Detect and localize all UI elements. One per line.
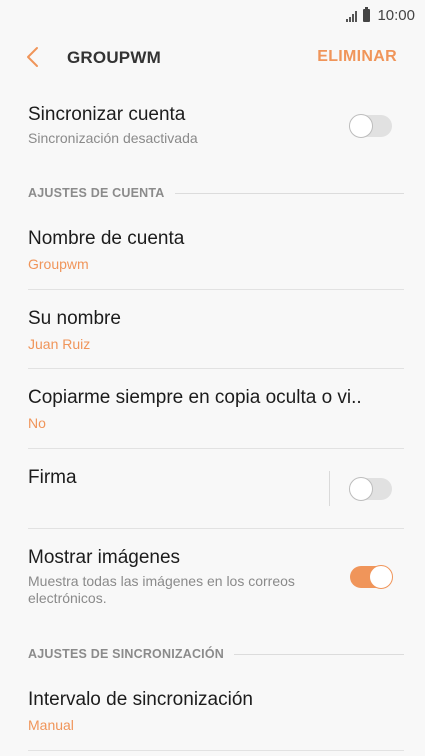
divider [28,448,404,449]
sync-account-item[interactable]: Sincronizar cuenta Sincronización desact… [28,104,404,164]
status-time: 10:00 [377,7,415,24]
your-name-title: Su nombre [28,308,121,329]
your-name-item[interactable]: Su nombre Juan Ruiz [28,308,404,364]
sync-interval-title: Intervalo de sincronización [28,689,253,710]
show-images-toggle[interactable] [350,565,393,589]
signature-item[interactable]: Firma [28,467,404,507]
chevron-left-icon [27,47,38,67]
signal-icon [346,10,358,22]
status-bar: 10:00 [0,0,425,32]
app-bar: GROUPWM ELIMINAR [0,32,425,82]
battery-icon [363,7,371,22]
show-images-item[interactable]: Mostrar imágenes Muestra todas las imáge… [28,547,328,613]
delete-button[interactable]: ELIMINAR [317,48,397,66]
divider [28,289,404,290]
sync-account-toggle[interactable] [349,114,392,138]
toggle-knob [349,114,373,138]
signature-title: Firma [28,467,77,488]
account-name-value: Groupwm [28,256,89,272]
your-name-value: Juan Ruiz [28,336,91,352]
account-name-title: Nombre de cuenta [28,228,185,249]
show-images-title: Mostrar imágenes [28,547,181,568]
show-images-subtitle: Muestra todas las imágenes en los correo… [28,573,295,606]
signature-toggle[interactable] [349,477,392,501]
section-label: AJUSTES DE CUENTA [28,186,165,200]
sync-account-title: Sincronizar cuenta [28,104,186,125]
account-settings-header: AJUSTES DE CUENTA [28,186,404,200]
back-button[interactable] [22,44,46,70]
section-line [174,192,404,194]
sync-settings-header: AJUSTES DE SINCRONIZACIÓN [28,647,404,661]
always-bcc-title: Copiarme siempre en copia oculta o vi.. [28,387,362,408]
sync-account-subtitle: Sincronización desactivada [28,130,198,146]
always-bcc-item[interactable]: Copiarme siempre en copia oculta o vi.. … [28,387,404,443]
vertical-separator [329,471,330,506]
divider [28,528,404,529]
section-line [234,653,404,655]
toggle-knob [369,565,393,589]
divider [28,750,404,751]
section-label: AJUSTES DE SINCRONIZACIÓN [28,647,224,661]
divider [28,368,404,369]
always-bcc-value: No [28,415,46,431]
account-name-item[interactable]: Nombre de cuenta Groupwm [28,228,404,284]
toggle-knob [349,477,373,501]
sync-interval-item[interactable]: Intervalo de sincronización Manual [28,689,404,745]
sync-interval-value: Manual [28,717,74,733]
page-title: GROUPWM [67,48,161,67]
